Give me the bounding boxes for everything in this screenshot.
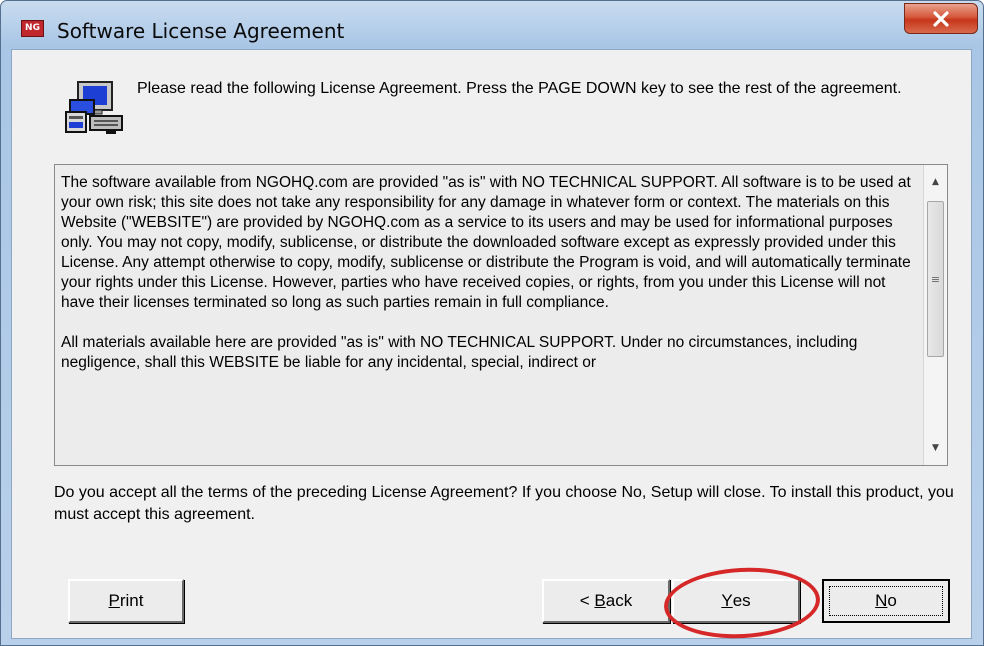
- license-text: The software available from NGOHQ.com ar…: [61, 173, 921, 393]
- back-accelerator: B: [594, 591, 606, 610]
- instruction-text: Please read the following License Agreem…: [137, 80, 902, 97]
- focus-rectangle: [829, 586, 943, 616]
- license-paragraph: The software available from NGOHQ.com ar…: [61, 174, 911, 311]
- print-accelerator: P: [108, 591, 120, 610]
- yes-accelerator: Y: [721, 591, 733, 610]
- scroll-up-arrow-icon[interactable]: ▲: [924, 171, 947, 193]
- back-prefix: <: [579, 591, 595, 610]
- close-icon: [933, 10, 949, 27]
- window-title: Software License Agreement: [57, 19, 345, 43]
- close-button[interactable]: [904, 3, 978, 34]
- back-label: ack: [605, 591, 633, 610]
- computer-setup-icon: [65, 81, 123, 134]
- license-dialog-window: NG Software License Agreement Please rea…: [0, 0, 984, 646]
- yes-button[interactable]: Yes: [672, 579, 800, 623]
- accept-question-text: Do you accept all the terms of the prece…: [54, 484, 954, 523]
- title-bar[interactable]: NG Software License Agreement: [1, 1, 983, 49]
- yes-label: es: [732, 591, 751, 610]
- vertical-scrollbar[interactable]: ▲ ≡ ▼: [923, 165, 947, 465]
- scroll-thumb[interactable]: ≡: [927, 201, 944, 357]
- license-paragraph: All materials available here are provide…: [61, 334, 858, 371]
- back-button[interactable]: < Back: [542, 579, 670, 623]
- scroll-down-arrow-icon[interactable]: ▼: [924, 437, 947, 459]
- dialog-content: Please read the following License Agreem…: [11, 49, 972, 643]
- app-logo-icon: NG: [21, 20, 44, 37]
- license-text-box[interactable]: The software available from NGOHQ.com ar…: [54, 164, 948, 466]
- print-label: rint: [119, 591, 144, 610]
- print-button[interactable]: Print: [68, 579, 184, 623]
- no-button[interactable]: No: [822, 579, 950, 623]
